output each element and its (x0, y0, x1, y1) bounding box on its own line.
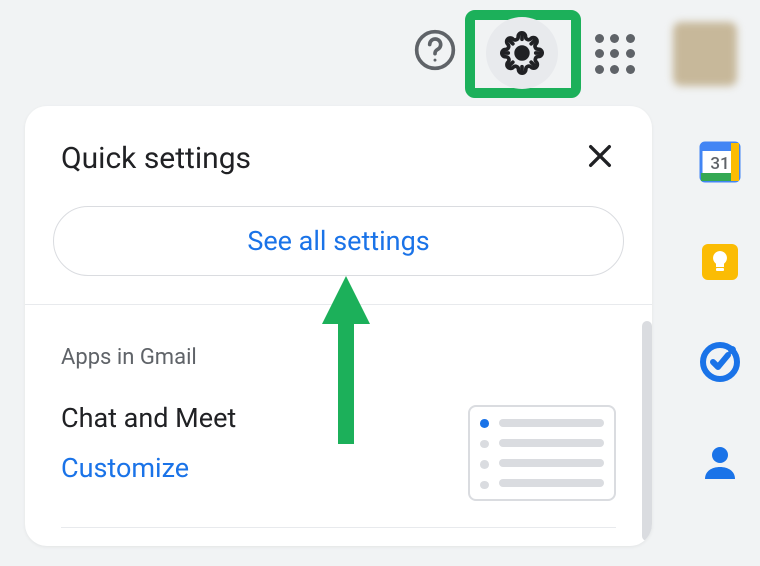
quick-settings-panel: Quick settings See all settings Apps in … (25, 106, 652, 546)
preview-dots (480, 417, 489, 489)
layout-preview[interactable] (468, 405, 616, 501)
preview-lines (499, 417, 604, 489)
help-icon[interactable] (413, 28, 457, 76)
svg-text:31: 31 (710, 154, 729, 174)
contacts-icon[interactable] (698, 440, 742, 484)
settings-button[interactable] (486, 17, 558, 89)
scrollbar[interactable] (642, 321, 652, 541)
avatar[interactable] (673, 22, 737, 86)
divider (61, 527, 616, 528)
close-icon (584, 140, 616, 172)
see-all-settings-button[interactable]: See all settings (53, 206, 624, 276)
gear-icon (500, 31, 544, 75)
side-panel: 31 (698, 140, 742, 484)
tasks-icon[interactable] (698, 340, 742, 384)
keep-icon[interactable] (698, 240, 742, 284)
panel-title: Quick settings (61, 141, 251, 176)
see-all-settings-label: See all settings (247, 225, 429, 257)
apps-in-gmail-label: Apps in Gmail (61, 345, 616, 370)
calendar-icon[interactable]: 31 (698, 140, 742, 184)
google-apps-icon[interactable] (593, 32, 637, 76)
close-button[interactable] (584, 140, 616, 176)
